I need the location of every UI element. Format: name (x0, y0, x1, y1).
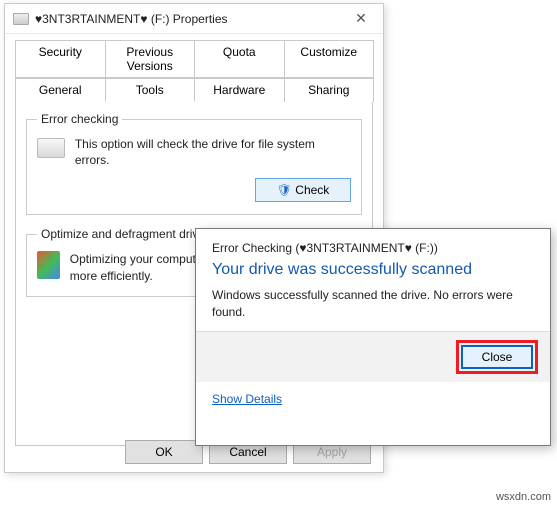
dialog-footer: Close (196, 331, 550, 382)
error-checking-legend: Error checking (37, 112, 122, 126)
tabs-row-1: Security Previous Versions Quota Customi… (15, 40, 373, 78)
tab-hardware[interactable]: Hardware (194, 78, 285, 102)
check-button-label: Check (295, 183, 329, 197)
error-checking-dialog: Error Checking (♥3NT3RTAINMENT♥ (F:)) Yo… (195, 228, 551, 446)
dialog-heading: Your drive was successfully scanned (196, 259, 550, 287)
highlight-box: Close (456, 340, 538, 374)
dialog-title: Error Checking (♥3NT3RTAINMENT♥ (F:)) (196, 229, 550, 259)
tab-tools[interactable]: Tools (105, 78, 196, 102)
close-button[interactable]: Close (461, 345, 533, 369)
close-icon[interactable]: ✕ (341, 5, 381, 33)
ok-button[interactable]: OK (125, 440, 203, 464)
tab-security[interactable]: Security (15, 40, 106, 78)
show-details-link[interactable]: Show Details (196, 382, 550, 420)
defrag-icon (37, 251, 60, 279)
watermark: wsxdn.com (496, 491, 551, 503)
tab-sharing[interactable]: Sharing (284, 78, 375, 102)
tab-quota[interactable]: Quota (194, 40, 285, 78)
tab-general[interactable]: General (15, 78, 106, 102)
tab-customize[interactable]: Customize (284, 40, 375, 78)
tabs-row-2: General Tools Hardware Sharing (15, 78, 373, 102)
shield-icon: 🛡 (277, 183, 292, 197)
check-button[interactable]: 🛡 Check (255, 178, 351, 202)
titlebar: ♥3NT3RTAINMENT♥ (F:) Properties ✕ (5, 4, 383, 34)
dialog-body: Windows successfully scanned the drive. … (196, 287, 550, 331)
drive-icon (13, 13, 29, 25)
error-checking-desc: This option will check the drive for fil… (75, 136, 351, 168)
drive-small-icon (37, 138, 65, 158)
optimize-legend: Optimize and defragment drive (37, 227, 209, 241)
window-title: ♥3NT3RTAINMENT♥ (F:) Properties (35, 12, 341, 26)
error-checking-group: Error checking This option will check th… (26, 112, 362, 215)
tab-previous-versions[interactable]: Previous Versions (105, 40, 196, 78)
